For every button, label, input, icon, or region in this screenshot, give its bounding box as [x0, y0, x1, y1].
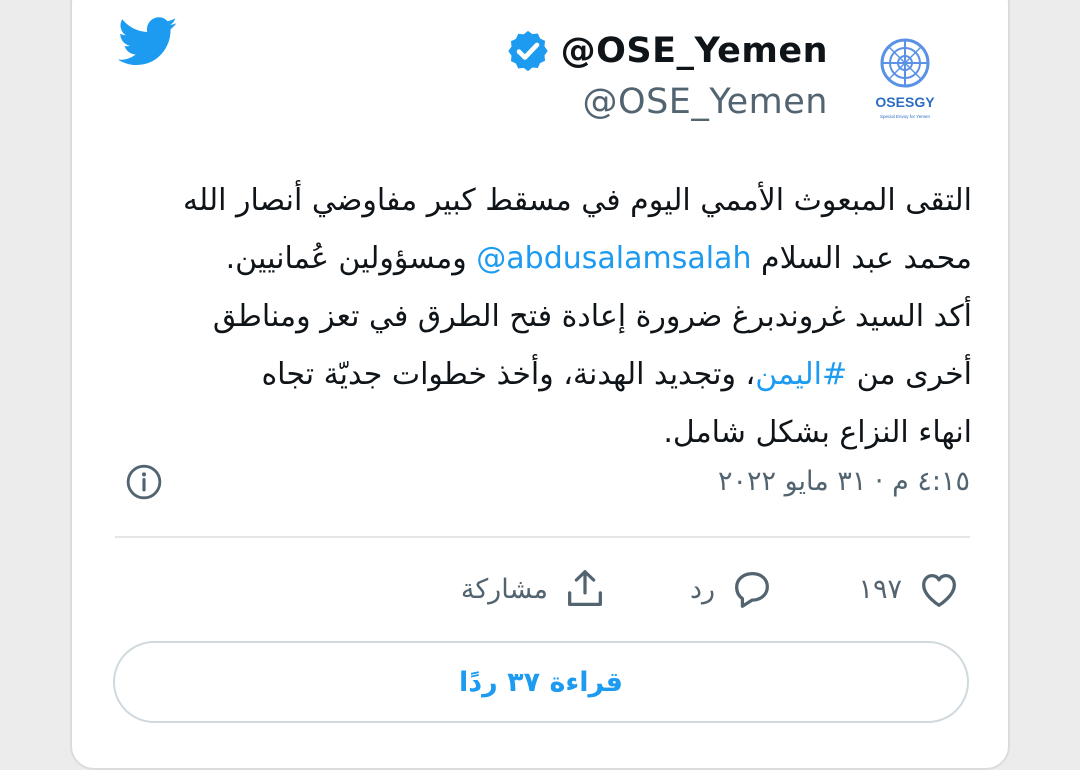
info-icon[interactable] — [125, 463, 163, 501]
reply-label: رد — [689, 573, 715, 605]
like-count: ١٩٧ — [858, 573, 902, 605]
avatar-sub-text: Special Envoy for Yemen — [880, 114, 931, 119]
share-button[interactable]: مشاركة — [461, 566, 608, 612]
tweet-line: أكد السيد غروندبرغ ضرورة إعادة فتح الطرق… — [212, 299, 972, 334]
divider — [115, 536, 970, 538]
avatar-logo-text: OSESGY — [875, 94, 935, 110]
tweet-text-segment: ، وتجديد الهدنة، وأخذ خطوات جديّة تجاه — [261, 357, 756, 392]
reply-button[interactable]: رد — [690, 566, 775, 612]
hashtag-link[interactable]: #اليمن — [755, 357, 847, 392]
tweet-timestamp[interactable]: ٤:١٥ م · ٣١ مايو ٢٠٢٢ — [718, 466, 970, 497]
tweet-text-segment: أخرى من — [847, 357, 972, 392]
tweet-line: أخرى من #اليمن، وتجديد الهدنة، وأخذ خطوا… — [116, 346, 972, 404]
author-name-row[interactable]: @OSE_Yemen — [505, 28, 828, 74]
mention-link[interactable]: @abdusalamsalah — [476, 241, 751, 276]
heart-icon — [922, 573, 956, 607]
tweet-text: التقى المبعوث الأممي اليوم في مسقط كبير … — [116, 172, 972, 462]
tweet-text-segment: محمد عبد السلام — [751, 241, 972, 276]
author-display-name[interactable]: @OSE_Yemen — [561, 31, 828, 71]
author-handle[interactable]: @OSE_Yemen — [583, 82, 828, 122]
like-button[interactable]: ١٩٧ — [858, 566, 962, 612]
read-replies-label: قراءة ٣٧ ردًا — [459, 666, 623, 698]
share-label: مشاركة — [460, 573, 548, 605]
tweet-line: التقى المبعوث الأممي اليوم في مسقط كبير … — [182, 183, 972, 218]
un-emblem-icon — [880, 38, 930, 88]
tweet-actions: ١٩٧ رد مشاركة — [0, 566, 1080, 616]
read-replies-button[interactable]: قراءة ٣٧ ردًا — [113, 641, 969, 723]
twitter-bird-icon[interactable] — [118, 17, 178, 67]
tweet-line: انهاء النزاع بشكل شامل. — [663, 415, 972, 450]
tweet-text-segment: ومسؤولين عُمانيين. — [225, 241, 477, 276]
speech-bubble-icon — [735, 572, 769, 608]
tweet-line: محمد عبد السلام @abdusalamsalah ومسؤولين… — [116, 230, 972, 288]
avatar[interactable]: OSESGY Special Envoy for Yemen — [855, 30, 955, 130]
share-upload-icon — [568, 570, 602, 606]
verified-badge-icon — [507, 30, 548, 72]
